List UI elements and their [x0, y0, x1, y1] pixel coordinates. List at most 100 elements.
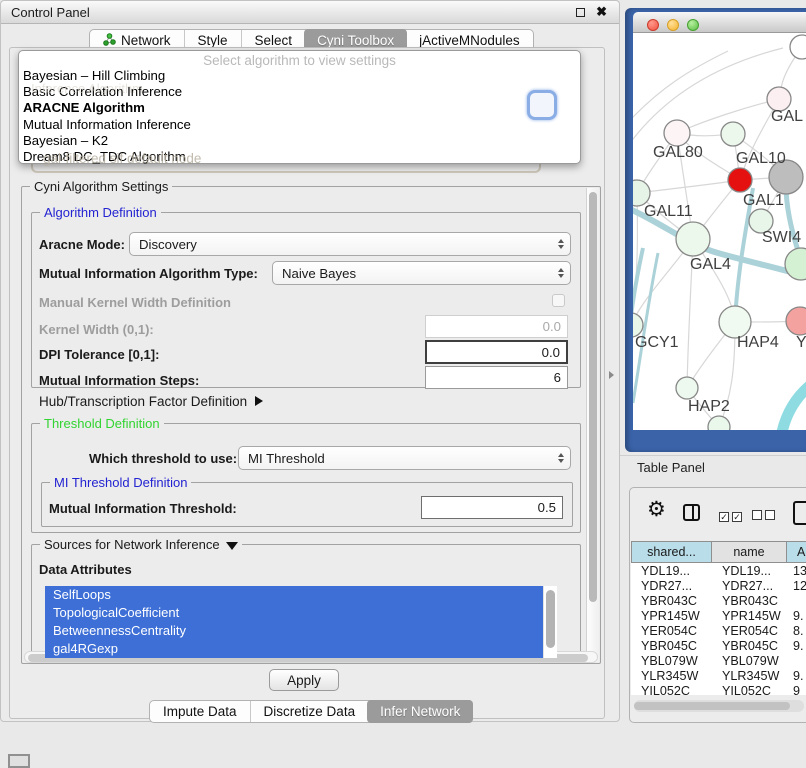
zoom-traffic-light[interactable]	[687, 19, 699, 31]
table-hscrollbar-thumb[interactable]	[634, 702, 790, 710]
attribute-item[interactable]: BetweennessCentrality	[45, 622, 557, 640]
network-icon	[103, 33, 116, 46]
attribute-item[interactable]: gal4RGexp	[45, 640, 557, 658]
table-cell: 12	[787, 579, 806, 593]
hub-factor-section-toggle[interactable]: Hub/Transcription Factor Definition	[39, 394, 263, 409]
table-cell: YBR043C	[712, 594, 787, 608]
tab-label: Select	[255, 33, 293, 48]
manual-kernel-checkbox[interactable]	[552, 294, 565, 307]
stepper-arrows-icon	[558, 239, 564, 249]
aracne-mode-combo[interactable]: Discovery	[129, 232, 571, 256]
table-cell: YBR045C	[631, 639, 712, 653]
close-icon[interactable]: ✖	[596, 4, 607, 20]
network-node-y[interactable]	[786, 307, 806, 335]
settings-scrollbar-thumb[interactable]	[589, 192, 597, 602]
table-body[interactable]: YDL19...YDL19...13YDR27...YDR27...12YBR0…	[631, 563, 806, 695]
column-header-clipped[interactable]: A	[787, 541, 806, 563]
attribute-item[interactable]: TopologicalCoefficient	[45, 604, 557, 622]
stepper-arrows-icon	[558, 268, 564, 278]
settings-scrollbar-track[interactable]	[586, 188, 599, 662]
mi-threshold-field[interactable]: 0.5	[421, 496, 563, 519]
splitter-handle[interactable]	[609, 371, 614, 379]
deselect-all-checkboxes-icon[interactable]	[752, 507, 775, 525]
table-row[interactable]: YBR045CYBR045C9.	[631, 638, 806, 653]
column-visibility-icon[interactable]	[683, 504, 700, 521]
node-label: GAL11	[644, 203, 693, 220]
table-row[interactable]: YER054CYER054C8.	[631, 623, 806, 638]
table-row[interactable]: YIL052CYIL052C9	[631, 683, 806, 695]
network-node-labels: GALGAL80GAL10GAL1GAL11SWI4GAL4GCY1HAP4YH…	[635, 108, 806, 415]
close-traffic-light[interactable]	[647, 19, 659, 31]
float-window-icon[interactable]	[576, 8, 585, 17]
gear-icon[interactable]: ⚙	[647, 497, 666, 522]
network-node-gal4[interactable]	[676, 222, 710, 256]
mi-steps-label: Mutual Information Steps:	[39, 373, 199, 388]
data-attributes-list[interactable]: SelfLoopsTopologicalCoefficientBetweenne…	[45, 586, 557, 658]
mi-type-value: Naive Bayes	[282, 266, 356, 281]
algorithm-option[interactable]: Bayesian – K2	[19, 133, 580, 149]
column-header-shared-name[interactable]: shared...	[631, 541, 712, 563]
node-label: HAP4	[737, 334, 779, 351]
table-row[interactable]: YPR145WYPR145W9.	[631, 608, 806, 623]
algorithm-definition-legend: Algorithm Definition	[40, 205, 161, 220]
attributes-scrollbar-thumb[interactable]	[546, 590, 555, 648]
tab-label: jActiveMNodules	[419, 33, 520, 48]
mi-type-label: Mutual Information Algorithm Type:	[39, 266, 258, 281]
tab-label: Style	[198, 33, 228, 48]
network-node-gal1[interactable]	[728, 168, 752, 192]
algorithm-option[interactable]: Mutual Information Inference	[19, 117, 580, 133]
attributes-scrollbar-track[interactable]	[543, 586, 557, 658]
mi-steps-field[interactable]: 6	[425, 366, 568, 389]
collapsed-arrow-icon	[255, 396, 263, 406]
apply-label: Apply	[287, 673, 321, 688]
table-cell: YDL19...	[712, 564, 787, 578]
bottom-tab-discretize-data[interactable]: Discretize Data	[250, 701, 369, 722]
expanded-arrow-icon	[226, 542, 238, 550]
minimize-traffic-light[interactable]	[667, 19, 679, 31]
network-node[interactable]	[790, 35, 806, 59]
table-cell: YDL19...	[631, 564, 712, 578]
which-threshold-combo[interactable]: MI Threshold	[238, 446, 571, 470]
network-node[interactable]	[785, 248, 806, 280]
node-label: GAL80	[653, 144, 703, 161]
which-threshold-value: MI Threshold	[248, 451, 325, 466]
algorithm-option[interactable]: ARACNE Algorithm	[19, 100, 580, 116]
network-node-gal80[interactable]	[664, 120, 690, 146]
data-attributes-label: Data Attributes	[39, 562, 132, 577]
table-row[interactable]: YLR345WYLR345W9.	[631, 668, 806, 683]
table-hscrollbar-track[interactable]	[634, 700, 804, 712]
network-window-titlebar[interactable]	[633, 12, 806, 33]
apply-button[interactable]: Apply	[269, 669, 339, 691]
table-panel: ⚙ ✓✓ shared... name A YDL19...YDL19...13…	[629, 487, 806, 723]
tab-label: Network	[121, 33, 171, 48]
table-row[interactable]: YBR043CYBR043C	[631, 593, 806, 608]
table-row[interactable]: YDL19...YDL19...13	[631, 563, 806, 578]
kernel-width-label: Kernel Width (0,1):	[39, 322, 154, 337]
table-cell: YLR345W	[712, 669, 787, 683]
node-label: Y	[796, 334, 806, 351]
table-cell: 9	[787, 684, 806, 696]
tab-label: Infer Network	[380, 704, 460, 719]
select-all-checkboxes-icon[interactable]: ✓✓	[719, 507, 742, 525]
dpi-tolerance-field[interactable]: 0.0	[425, 340, 568, 364]
bottom-tab-bar: Impute DataDiscretize Data Infer Network	[149, 700, 473, 723]
column-header-name[interactable]: name	[712, 541, 787, 563]
sources-legend[interactable]: Sources for Network Inference	[40, 537, 242, 552]
network-canvas[interactable]: GALGAL80GAL10GAL1GAL11SWI4GAL4GCY1HAP4YH…	[633, 33, 806, 430]
bottom-tab-infer-network[interactable]: Infer Network	[367, 700, 473, 723]
mi-type-combo[interactable]: Naive Bayes	[272, 261, 571, 285]
export-table-icon[interactable]	[793, 501, 806, 525]
aracne-mode-value: Discovery	[139, 237, 197, 252]
table-row[interactable]: YBL079WYBL079W	[631, 653, 806, 668]
network-node-hap2[interactable]	[676, 377, 698, 399]
table-cell: YPR145W	[631, 609, 712, 623]
kernel-width-field[interactable]: 0.0	[425, 315, 568, 338]
network-node-gal10[interactable]	[721, 122, 745, 146]
network-view-window: GALGAL80GAL10GAL1GAL11SWI4GAL4GCY1HAP4YH…	[625, 8, 806, 452]
kernel-width-value: 0.0	[543, 319, 561, 334]
minimized-panel-icon[interactable]	[8, 754, 30, 768]
dpi-tolerance-value: 0.0	[542, 345, 560, 360]
attribute-item[interactable]: SelfLoops	[45, 586, 557, 604]
table-row[interactable]: YDR27...YDR27...12	[631, 578, 806, 593]
bottom-tab-impute-data[interactable]: Impute Data	[150, 701, 250, 722]
